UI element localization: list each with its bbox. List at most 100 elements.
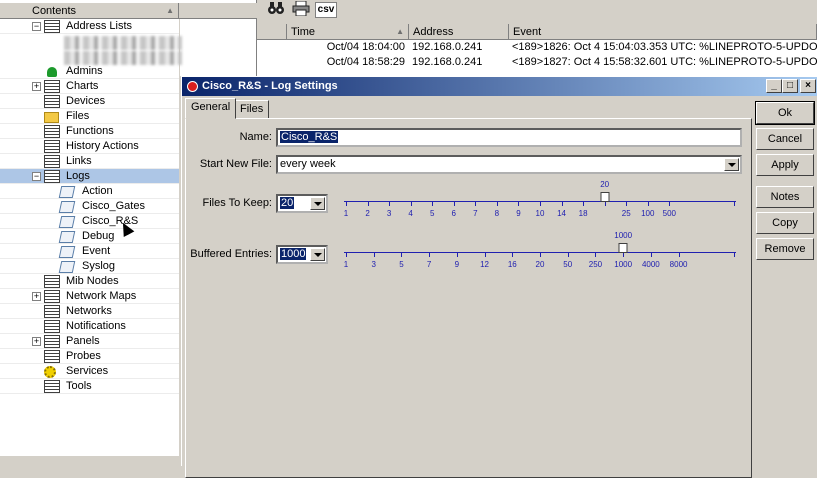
contents-column-header[interactable]: Contents ▲ <box>0 3 179 19</box>
tree-item-history-actions[interactable]: History Actions <box>0 139 179 154</box>
log-event[interactable]: <189>1826: Oct 4 15:04:03.353 UTC: %LINE… <box>509 40 817 55</box>
slider-tick-label: 1000 <box>614 260 633 269</box>
buffered-entries-slider[interactable]: 1 3 5 7 9 12 16 20 50 250 1000 4000 8000 1000 <box>342 231 738 281</box>
slider-handle[interactable] <box>618 243 628 253</box>
minimize-button[interactable]: _ <box>766 79 782 93</box>
slider-tick <box>567 253 569 257</box>
log-icon <box>58 231 76 243</box>
table-icon <box>44 290 60 303</box>
tree-item-label: Network Maps <box>66 290 137 302</box>
slider-tick <box>734 253 735 257</box>
apply-button[interactable]: Apply <box>756 154 814 176</box>
expand-icon[interactable]: + <box>32 337 41 346</box>
tree-item-debug[interactable]: Debug <box>0 229 179 244</box>
log-settings-dialog: Cisco_R&S - Log Settings _ □ × General F… <box>181 76 817 478</box>
tree-item-label: Networks <box>66 305 112 317</box>
close-button[interactable]: × <box>800 79 816 93</box>
tree-item-functions[interactable]: Functions <box>0 124 179 139</box>
expand-icon[interactable]: + <box>32 82 41 91</box>
slider-tick <box>518 202 520 206</box>
slider-tick <box>678 253 680 257</box>
tree-item-services[interactable]: Services <box>0 364 179 379</box>
buffered-entries-select[interactable]: 1000 <box>276 245 328 264</box>
start-new-file-select[interactable]: every week <box>276 155 742 174</box>
tree-item-network-maps[interactable]: + Network Maps <box>0 289 179 304</box>
tree-item-label: Admins <box>66 65 103 77</box>
remove-button[interactable]: Remove <box>756 238 814 260</box>
log-address[interactable]: 192.168.0.241 <box>409 40 509 55</box>
sort-asc-icon: ▲ <box>166 6 174 15</box>
slider-tick <box>496 202 498 206</box>
slider-tick <box>432 202 434 206</box>
log-icon <box>58 186 76 198</box>
tree-item-charts[interactable]: + Charts <box>0 79 179 94</box>
tree-item-mib-nodes[interactable]: Mib Nodes <box>0 274 179 289</box>
slider-tick <box>367 202 369 206</box>
tab-general[interactable]: General <box>185 98 237 119</box>
slider-tick <box>734 202 735 206</box>
slider-tick-label: 4000 <box>641 260 660 269</box>
collapse-icon[interactable]: − <box>32 172 41 181</box>
tree-item-logs[interactable]: − Logs <box>0 169 179 184</box>
log-time[interactable]: Oct/04 18:04:00 <box>287 40 405 55</box>
column-header-event[interactable]: Event <box>509 24 817 40</box>
files-to-keep-select[interactable]: 20 <box>276 194 328 213</box>
notes-button[interactable]: Notes <box>756 186 814 208</box>
printer-icon[interactable] <box>290 0 312 19</box>
tab-files[interactable]: Files <box>234 100 270 119</box>
tree-item-label: Panels <box>66 335 100 347</box>
column-header-time[interactable]: Time ▲ <box>287 24 409 40</box>
maximize-button[interactable]: □ <box>782 79 798 93</box>
slider-tick-label: 10 <box>535 209 545 218</box>
buffered-entries-value: 1000 <box>280 248 307 260</box>
expand-icon[interactable]: + <box>32 292 41 301</box>
chevron-down-icon[interactable] <box>724 158 739 171</box>
tree-item-label: Functions <box>66 125 114 137</box>
redacted-entry <box>64 51 182 65</box>
tree-item-syslog[interactable]: Syslog <box>0 259 179 274</box>
log-address[interactable]: 192.168.0.241 <box>409 55 509 70</box>
column-header-address[interactable]: Address <box>409 24 509 40</box>
collapse-icon[interactable]: − <box>32 22 41 31</box>
name-value: Cisco_R&S <box>280 131 339 143</box>
sort-asc-icon: ▲ <box>396 27 404 36</box>
gear-icon <box>44 366 56 378</box>
csv-export-button[interactable]: csv <box>315 2 337 18</box>
chevron-down-icon[interactable] <box>310 197 325 210</box>
tree-item-tools[interactable]: Tools <box>0 379 179 394</box>
slider-tick <box>583 202 585 206</box>
tree-item-links[interactable]: Links <box>0 154 179 169</box>
slider-tick-label: 7 <box>473 209 478 218</box>
cancel-button[interactable]: Cancel <box>756 128 814 150</box>
slider-tick <box>669 202 671 206</box>
tree-item-admins[interactable]: Admins <box>0 64 179 79</box>
tree-item-cisco-r-s[interactable]: Cisco_R&S <box>0 214 179 229</box>
row-header <box>257 24 287 40</box>
tree-item-devices[interactable]: Devices <box>0 94 179 109</box>
tree-item-action[interactable]: Action <box>0 184 179 199</box>
tree-item-files[interactable]: Files <box>0 109 179 124</box>
slider-tick-label: 16 <box>507 260 517 269</box>
tree-item-panels[interactable]: + Panels <box>0 334 179 349</box>
tree-item-label: Files <box>66 110 90 122</box>
copy-button[interactable]: Copy <box>756 212 814 234</box>
tree-item-probes[interactable]: Probes <box>0 349 179 364</box>
tree-item-notifications[interactable]: Notifications <box>0 319 179 334</box>
slider-handle[interactable] <box>600 192 610 202</box>
log-time[interactable]: Oct/04 18:58:29 <box>287 55 405 70</box>
binoculars-icon[interactable] <box>265 1 287 19</box>
log-event[interactable]: <189>1827: Oct 4 15:58:32.601 UTC: %LINE… <box>509 55 817 70</box>
files-to-keep-slider[interactable]: 1 2 3 4 5 6 7 8 9 10 14 18 25 100 500 20 <box>342 180 738 230</box>
tree-header[interactable]: Contents ▲ <box>0 3 257 19</box>
dialog-title: Cisco_R&S - Log Settings <box>202 80 338 92</box>
log-table[interactable]: Time ▲ Address Event Oct/04 18:04:00 192… <box>257 24 817 84</box>
tree-item-networks[interactable]: Networks <box>0 304 179 319</box>
tree-item-cisco-gates[interactable]: Cisco_Gates <box>0 199 179 214</box>
tree-item-address-lists[interactable]: − Address Lists <box>0 19 179 34</box>
ok-button[interactable]: Ok <box>755 101 815 125</box>
name-input[interactable]: Cisco_R&S <box>276 128 742 147</box>
slider-tick <box>650 253 652 257</box>
chevron-down-icon[interactable] <box>310 248 325 261</box>
dialog-titlebar[interactable]: Cisco_R&S - Log Settings _ □ × <box>182 77 817 96</box>
tree-item-event[interactable]: Event <box>0 244 179 259</box>
